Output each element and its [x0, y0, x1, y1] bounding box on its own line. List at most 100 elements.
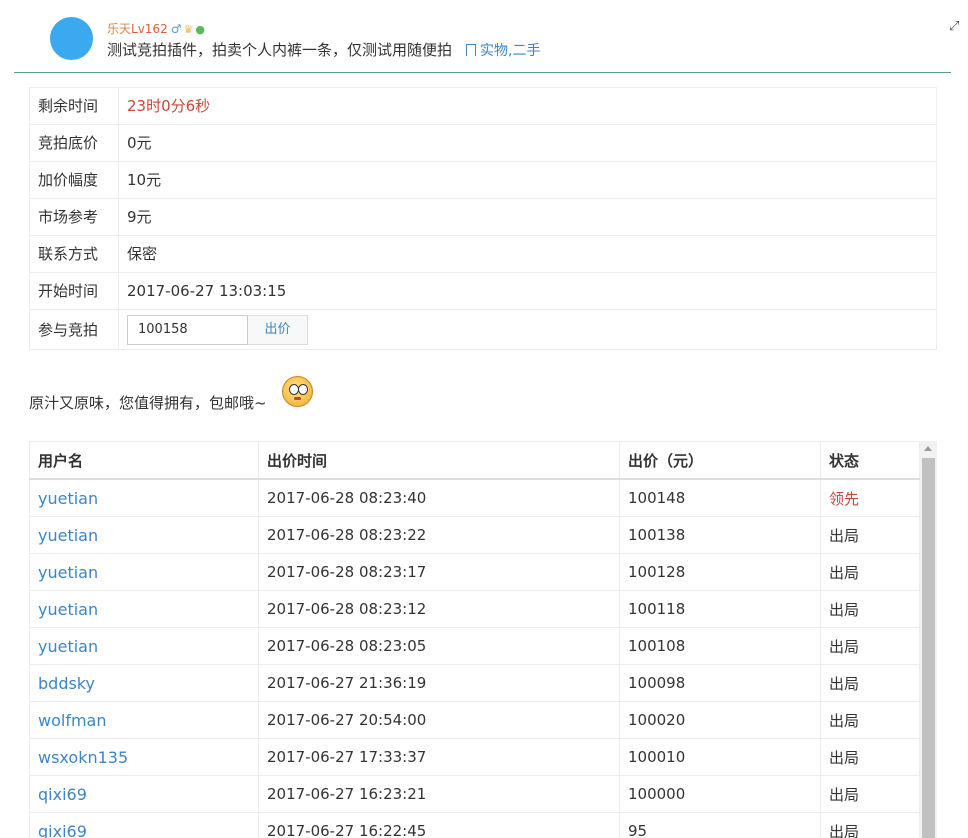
bid-price: 100010 [619, 738, 821, 776]
table-row: bddsky 2017-06-27 21:36:19 100098 出局 [29, 664, 920, 702]
bid-time: 2017-06-28 08:23:17 [258, 553, 620, 591]
bid-amount-input[interactable]: 100158 [127, 314, 248, 345]
info-value: 保密 [118, 235, 937, 273]
table-header-row: 用户名 出价时间 出价（元） 状态 [29, 441, 920, 480]
bid-time: 2017-06-28 08:23:12 [258, 590, 620, 628]
bid-user-link[interactable]: bddsky [29, 664, 259, 702]
post-tags[interactable]: 实物,二手 [466, 43, 540, 59]
bid-status: 出局 [820, 627, 920, 665]
info-value: 0元 [118, 124, 937, 162]
male-icon: ♂ [170, 22, 182, 36]
bid-price: 100108 [619, 627, 821, 665]
col-time: 出价时间 [258, 441, 620, 480]
bid-status: 出局 [820, 812, 920, 838]
scroll-thumb[interactable] [922, 458, 935, 838]
table-row: wolfman 2017-06-27 20:54:00 100020 出局 [29, 701, 920, 739]
bid-user-link[interactable]: yuetian [29, 553, 259, 591]
bid-time: 2017-06-27 20:54:00 [258, 701, 620, 739]
table-row: yuetian 2017-06-28 08:23:12 100118 出局 [29, 590, 920, 628]
bid-status: 出局 [820, 553, 920, 591]
bid-user-link[interactable]: qixi69 [29, 812, 259, 838]
table-row: wsxokn135 2017-06-27 17:33:37 100010 出局 [29, 738, 920, 776]
bid-price: 95 [619, 812, 821, 838]
col-status: 状态 [820, 441, 920, 480]
bid-time: 2017-06-27 16:22:45 [258, 812, 620, 838]
col-price: 出价（元） [619, 441, 821, 480]
info-label: 市场参考 [29, 198, 119, 236]
bid-user-link[interactable]: qixi69 [29, 775, 259, 813]
bid-history: 用户名 出价时间 出价（元） 状态 yuetian 2017-06-28 08:2… [29, 441, 937, 838]
bid-time: 2017-06-28 08:23:40 [258, 478, 620, 517]
user-icon: ● [195, 23, 205, 36]
auction-info-table: 剩余时间 23时0分6秒 竞拍底价 0元 加价幅度 10元 市场参考 9元 联系方式 保密… [29, 87, 937, 350]
info-row: 联系方式 保密 [29, 235, 937, 273]
bid-user-link[interactable]: wsxokn135 [29, 738, 259, 776]
info-label: 加价幅度 [29, 161, 119, 199]
bid-status: 出局 [820, 516, 920, 554]
bid-history-table: 用户名 出价时间 出价（元） 状态 yuetian 2017-06-28 08:2… [29, 441, 920, 838]
bid-price: 100138 [619, 516, 821, 554]
table-row: qixi69 2017-06-27 16:22:45 95 出局 [29, 812, 920, 838]
bid-price: 100098 [619, 664, 821, 702]
bookmark-icon [466, 44, 477, 56]
bid-controls: 100158 出价 [118, 309, 937, 350]
info-label: 剩余时间 [29, 87, 119, 125]
bid-status: 出局 [820, 701, 920, 739]
info-row: 剩余时间 23时0分6秒 [29, 87, 937, 125]
info-label: 联系方式 [29, 235, 119, 273]
info-row: 竞拍底价 0元 [29, 124, 937, 162]
table-row: yuetian 2017-06-28 08:23:05 100108 出局 [29, 627, 920, 665]
bid-user-link[interactable]: yuetian [29, 516, 259, 554]
bid-user-link[interactable]: wolfman [29, 701, 259, 739]
table-row: yuetian 2017-06-28 08:23:22 100138 出局 [29, 516, 920, 554]
info-row: 开始时间 2017-06-27 13:03:15 [29, 272, 937, 310]
bid-user-link[interactable]: yuetian [29, 590, 259, 628]
bid-price: 100128 [619, 553, 821, 591]
bid-user-link[interactable]: yuetian [29, 478, 259, 517]
tag-text: 实物,二手 [480, 43, 541, 59]
bid-time: 2017-06-27 17:33:37 [258, 738, 620, 776]
bid-price: 100020 [619, 701, 821, 739]
bid-status: 出局 [820, 664, 920, 702]
username-link[interactable]: 乐天 [107, 22, 131, 36]
bid-time: 2017-06-27 21:36:19 [258, 664, 620, 702]
info-row: 加价幅度 10元 [29, 161, 937, 199]
bid-price: 100148 [619, 478, 821, 517]
table-row: qixi69 2017-06-27 16:23:21 100000 出局 [29, 775, 920, 813]
col-user: 用户名 [29, 441, 259, 480]
user-meta: 乐天Lv162 ♂ ♛ ● [107, 21, 205, 38]
remaining-time: 23时0分6秒 [118, 87, 937, 125]
bid-status: 出局 [820, 775, 920, 813]
info-value: 10元 [118, 161, 937, 199]
info-label: 竞拍底价 [29, 124, 119, 162]
avatar[interactable] [50, 17, 93, 60]
bid-button[interactable]: 出价 [248, 314, 308, 345]
info-row: 市场参考 9元 [29, 198, 937, 236]
post-header: 乐天Lv162 ♂ ♛ ● 测试竞拍插件，拍卖个人内裤一条，仅测试用随便拍 实物,二手 … [14, 0, 959, 73]
post-title-line: 测试竞拍插件，拍卖个人内裤一条，仅测试用随便拍 实物,二手 [107, 39, 540, 62]
bid-price: 100000 [619, 775, 821, 813]
medal-icon: ♛ [183, 23, 194, 36]
bid-time: 2017-06-27 16:23:21 [258, 775, 620, 813]
scrollbar[interactable] [920, 441, 937, 838]
bid-user-link[interactable]: yuetian [29, 627, 259, 665]
table-row: yuetian 2017-06-28 08:23:40 100148 领先 [29, 478, 920, 517]
bid-time: 2017-06-28 08:23:05 [258, 627, 620, 665]
bid-status: 出局 [820, 738, 920, 776]
scroll-up-icon[interactable] [924, 446, 932, 451]
info-value: 2017-06-27 13:03:15 [118, 272, 937, 310]
bid-row: 参与竞拍 100158 出价 [29, 309, 937, 350]
emoji-icon [282, 376, 313, 407]
bid-status: 领先 [820, 478, 920, 517]
table-row: yuetian 2017-06-28 08:23:17 100128 出局 [29, 553, 920, 591]
user-level: Lv162 [131, 22, 168, 36]
bid-status: 出局 [820, 590, 920, 628]
expand-icon[interactable]: ⤢ [949, 19, 959, 34]
info-label: 开始时间 [29, 272, 119, 310]
bid-time: 2017-06-28 08:23:22 [258, 516, 620, 554]
item-description: 原汁又原味，您值得拥有，包邮哦~ [29, 376, 313, 413]
bid-label: 参与竞拍 [29, 309, 119, 350]
post-title: 测试竞拍插件，拍卖个人内裤一条，仅测试用随便拍 [107, 41, 453, 59]
description-text: 原汁又原味，您值得拥有，包邮哦~ [29, 394, 267, 412]
info-value: 9元 [118, 198, 937, 236]
